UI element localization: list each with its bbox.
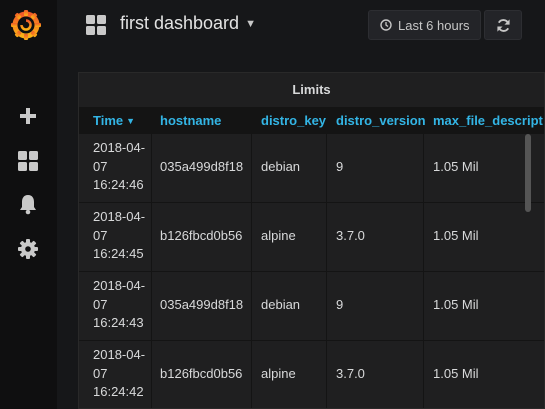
table-row: 2018-04- 07 16:24:43 035a499d8f18 debian 9…	[79, 271, 544, 340]
cell-distro-version: 9	[336, 159, 344, 174]
table-scrollbar[interactable]	[525, 134, 531, 212]
dashboard-title: first dashboard	[120, 13, 240, 33]
panel-title[interactable]: Limits	[79, 82, 544, 97]
cell-time: 2018-04- 07 16:24:42	[93, 347, 146, 399]
cell-distro-key: debian	[261, 297, 301, 312]
cell-distro-version: 3.7.0	[336, 228, 365, 243]
refresh-icon	[497, 19, 510, 32]
dashboards-icon[interactable]	[86, 15, 106, 35]
bell-icon[interactable]	[17, 193, 39, 215]
clock-icon	[380, 19, 392, 31]
cell-max-file: 1.05 Mil	[433, 366, 479, 381]
gear-icon[interactable]	[17, 238, 39, 260]
cell-hostname: 035a499d8f18	[160, 297, 244, 312]
column-header-time[interactable]: Time ▼	[93, 113, 135, 128]
time-range-label: Last 6 hours	[398, 18, 470, 33]
cell-time: 2018-04- 07 16:24:43	[93, 278, 146, 330]
cell-distro-version: 9	[336, 297, 344, 312]
cell-distro-key: alpine	[261, 366, 296, 381]
cell-hostname: b126fbcd0b56	[160, 366, 243, 381]
cell-time: 2018-04- 07 16:24:46	[93, 140, 146, 192]
cell-time: 2018-04- 07 16:24:45	[93, 209, 146, 261]
cell-distro-key: debian	[261, 159, 301, 174]
caret-down-icon: ▼	[245, 18, 256, 30]
column-header-distro-key[interactable]: distro_key	[261, 113, 326, 128]
table-row: 2018-04- 07 16:24:42 b126fbcd0b56 alpine 3…	[79, 340, 544, 408]
plus-icon[interactable]	[17, 105, 39, 127]
cell-hostname: 035a499d8f18	[160, 159, 244, 174]
cell-hostname: b126fbcd0b56	[160, 228, 243, 243]
column-header-distro-version[interactable]: distro_version	[336, 113, 426, 128]
table-row: 2018-04- 07 16:24:45 b126fbcd0b56 alpine 3…	[79, 202, 544, 271]
column-header-hostname[interactable]: hostname	[160, 113, 221, 128]
time-range-picker-button[interactable]: Last 6 hours	[368, 10, 481, 40]
dashboards-icon[interactable]	[17, 150, 39, 172]
table-panel: Limits Time ▼ hostname distro_key distro_…	[78, 72, 545, 409]
table-row: 2018-04- 07 16:24:46 035a499d8f18 debian 9…	[79, 133, 544, 202]
cell-max-file: 1.05 Mil	[433, 159, 479, 174]
column-header-max-file-descriptors[interactable]: max_file_descript	[433, 113, 543, 128]
cell-distro-key: alpine	[261, 228, 296, 243]
cell-distro-version: 3.7.0	[336, 366, 365, 381]
dashboard-navbar: first dashboard ▼ Last 6 hours	[57, 0, 545, 52]
dashboard-title-dropdown[interactable]: first dashboard ▼	[120, 13, 256, 34]
cell-max-file: 1.05 Mil	[433, 228, 479, 243]
cell-max-file: 1.05 Mil	[433, 297, 479, 312]
side-menu	[0, 0, 57, 409]
table-header: Time ▼ hostname distro_key distro_version…	[79, 107, 544, 133]
refresh-button[interactable]	[484, 10, 522, 40]
grafana-logo-icon[interactable]	[10, 9, 42, 41]
sort-desc-icon: ▼	[126, 116, 136, 126]
